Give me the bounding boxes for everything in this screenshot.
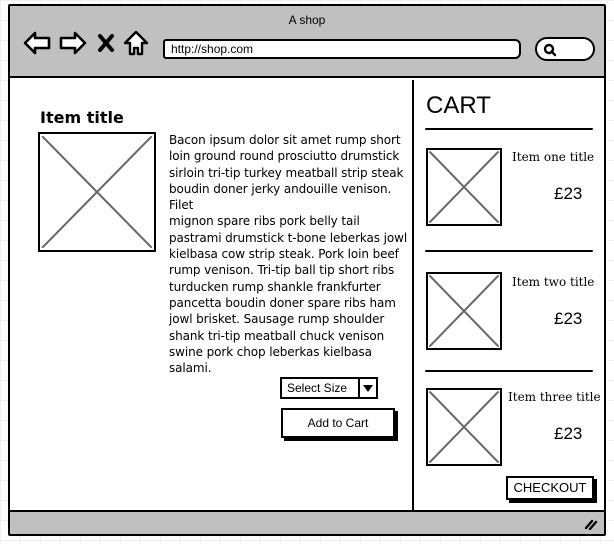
cart-item-price: £23 bbox=[554, 309, 583, 328]
divider bbox=[425, 128, 593, 130]
checkout-button[interactable]: CHECKOUT bbox=[506, 476, 594, 500]
image-placeholder-icon bbox=[40, 134, 154, 250]
cart-item-title: Item two title bbox=[512, 275, 595, 289]
product-image-placeholder bbox=[38, 132, 156, 252]
window-title: A shop bbox=[288, 13, 326, 27]
product-description: Bacon ipsum dolor sit amet rump short lo… bbox=[169, 133, 408, 376]
image-placeholder-icon bbox=[428, 390, 500, 464]
browser-window: A shop http://shop.com Item title Bacon … bbox=[8, 4, 606, 536]
search-icon bbox=[543, 43, 557, 57]
product-title: Item title bbox=[40, 108, 124, 127]
cart-item-price: £23 bbox=[554, 424, 583, 443]
home-icon[interactable] bbox=[123, 30, 149, 56]
browser-toolbar: A shop http://shop.com bbox=[10, 6, 604, 78]
add-to-cart-button[interactable]: Add to Cart bbox=[281, 408, 395, 438]
cart-item-price: £23 bbox=[554, 184, 583, 203]
size-select-value: Select Size bbox=[287, 381, 348, 395]
image-placeholder-icon bbox=[428, 274, 500, 348]
cart-title: CART bbox=[426, 92, 491, 119]
forward-arrow-icon[interactable] bbox=[58, 30, 88, 56]
stop-x-icon[interactable] bbox=[96, 30, 116, 56]
cart-item-image-placeholder bbox=[426, 388, 502, 466]
image-placeholder-icon bbox=[428, 150, 500, 224]
back-arrow-icon[interactable] bbox=[22, 30, 52, 56]
size-select[interactable]: Select Size bbox=[280, 377, 378, 399]
divider bbox=[425, 370, 593, 372]
cart-item-image-placeholder bbox=[426, 272, 502, 350]
chevron-down-icon[interactable] bbox=[358, 379, 376, 397]
divider bbox=[425, 250, 593, 252]
cart-item-title: Item three title bbox=[508, 390, 601, 404]
cart-panel: CART Item one title £23 Item two title £… bbox=[416, 80, 604, 510]
url-input[interactable]: http://shop.com bbox=[163, 39, 521, 59]
resize-grip-icon[interactable] bbox=[584, 518, 598, 530]
cart-item-image-placeholder bbox=[426, 148, 502, 226]
status-bar bbox=[10, 510, 604, 534]
cart-item-title: Item one title bbox=[512, 150, 595, 164]
search-input[interactable] bbox=[535, 37, 595, 61]
product-panel: Item title Bacon ipsum dolor sit amet ru… bbox=[10, 80, 414, 510]
